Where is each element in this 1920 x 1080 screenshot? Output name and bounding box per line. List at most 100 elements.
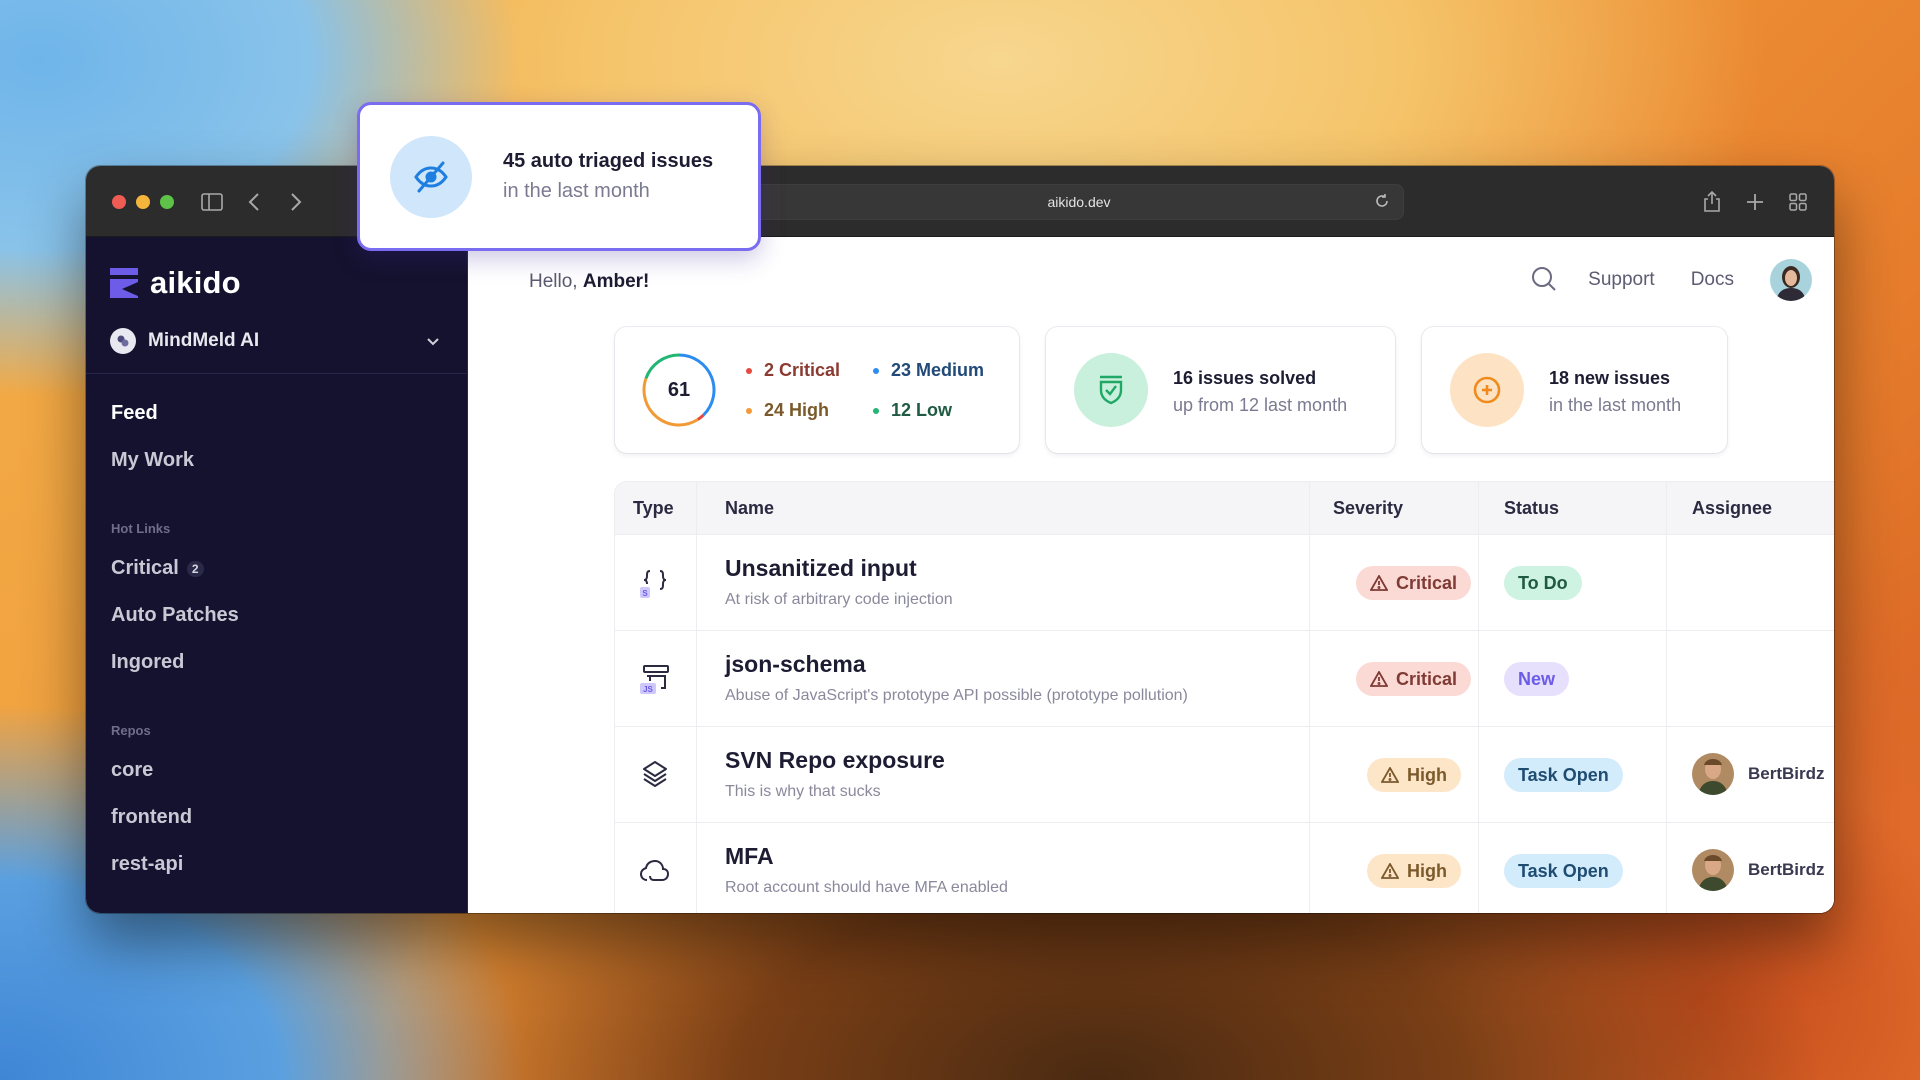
column-divider — [1309, 482, 1310, 913]
new-tab-icon[interactable] — [1741, 188, 1769, 216]
sidebar-item-label: Ingored — [111, 651, 185, 673]
sidebar-item-repo-core[interactable]: core — [111, 759, 153, 782]
total-issues-count: 61 — [667, 378, 691, 401]
issue-description: Abuse of JavaScript's prototype API poss… — [725, 687, 1188, 704]
column-header-type[interactable]: Type — [633, 498, 674, 519]
greeting: Hello, Amber! — [529, 271, 649, 293]
assignee[interactable]: BertBirdz — [1692, 753, 1825, 795]
severity-summary-card[interactable]: 61 2 Critical 24 High 23 Medium 12 Low — [615, 327, 1019, 453]
status-badge[interactable]: Task Open — [1504, 854, 1623, 888]
browser-titlebar: aikido.dev — [86, 166, 1834, 237]
column-header-assignee[interactable]: Assignee — [1692, 498, 1772, 519]
hot-links-heading: Hot Links — [111, 521, 171, 536]
column-header-name[interactable]: Name — [725, 498, 774, 519]
layers-icon — [637, 757, 673, 793]
share-icon[interactable] — [1698, 188, 1726, 216]
auto-triage-popup[interactable]: 45 auto triaged issues in the last month — [357, 102, 761, 251]
medium-label: 23 Medium — [891, 360, 985, 380]
high-label: 24 High — [764, 400, 830, 420]
new-issues-subtitle: in the last month — [1549, 395, 1682, 415]
warning-icon — [1381, 863, 1399, 879]
column-divider — [1478, 482, 1479, 913]
search-icon[interactable] — [1530, 265, 1560, 295]
minimize-window-button[interactable] — [136, 195, 150, 209]
status-badge[interactable]: New — [1504, 662, 1570, 696]
sidebar-item-label: Feed — [111, 402, 158, 424]
reload-icon[interactable] — [1373, 192, 1393, 212]
assignee-avatar — [1692, 753, 1734, 795]
popup-title: 45 auto triaged issues — [503, 150, 714, 172]
table-row[interactable]: JS json-schema Abuse of JavaScript's pro… — [615, 630, 1834, 726]
issue-description: At risk of arbitrary code injection — [725, 591, 953, 608]
forward-icon[interactable] — [282, 188, 310, 216]
critical-label: 2 Critical — [764, 360, 841, 380]
workspace-avatar — [110, 328, 136, 354]
critical-count-badge: 2 — [186, 560, 204, 577]
browser-window: aikido.dev aikido MindMeld AI Feed My Wo… — [86, 166, 1834, 913]
greeting-prefix: Hello, — [529, 271, 583, 292]
table-row[interactable]: MFA Root account should have MFA enabled… — [615, 822, 1834, 913]
sidebar-item-repo-rest-api[interactable]: rest-api — [111, 853, 183, 876]
sidebar-item-ignored[interactable]: Ingored — [111, 651, 184, 674]
user-avatar[interactable] — [1770, 259, 1812, 301]
workspace-name: MindMeld AI — [148, 330, 260, 351]
severity-label: Critical — [1396, 572, 1458, 593]
severity-label: High — [1407, 860, 1447, 881]
issue-description: Root account should have MFA enabled — [725, 879, 1008, 896]
shield-check-icon — [1074, 353, 1148, 427]
sidebar: aikido MindMeld AI Feed My Work Hot Link… — [86, 237, 468, 913]
status-badge[interactable]: To Do — [1504, 566, 1582, 600]
sidebar-item-label: Auto Patches — [111, 604, 239, 626]
table-row[interactable]: S Unsanitized input At risk of arbitrary… — [615, 534, 1834, 630]
eye-off-icon — [390, 136, 472, 218]
sidebar-toggle-icon[interactable] — [198, 188, 226, 216]
svg-text:JS: JS — [643, 685, 653, 694]
support-link[interactable]: Support — [1588, 269, 1655, 291]
chevron-down-icon[interactable] — [423, 331, 443, 351]
severity-badge: High — [1367, 758, 1461, 792]
dependency-icon: JS — [637, 661, 673, 697]
tab-overview-icon[interactable] — [1784, 188, 1812, 216]
sidebar-divider — [86, 373, 467, 374]
maximize-window-button[interactable] — [160, 195, 174, 209]
top-actions: Support Docs — [1530, 259, 1812, 301]
status-badge[interactable]: Task Open — [1504, 758, 1623, 792]
warning-icon — [1381, 767, 1399, 783]
medium-count: 23 Medium — [873, 360, 984, 381]
sidebar-item-label: rest-api — [111, 853, 184, 875]
popup-subtitle: in the last month — [503, 180, 650, 202]
url-text: aikido.dev — [1047, 194, 1111, 210]
sidebar-item-label: My Work — [111, 449, 194, 471]
issues-solved-subtitle: up from 12 last month — [1173, 395, 1348, 415]
column-header-status[interactable]: Status — [1504, 498, 1559, 519]
brand-logo[interactable]: aikido — [110, 265, 241, 301]
sidebar-item-feed[interactable]: Feed — [111, 402, 158, 425]
repos-heading: Repos — [111, 723, 151, 738]
cloud-icon — [637, 853, 673, 889]
assignee[interactable]: BertBirdz — [1692, 849, 1825, 891]
back-icon[interactable] — [240, 188, 268, 216]
low-label: 12 Low — [891, 400, 953, 420]
issue-name: SVN Repo exposure — [725, 747, 945, 773]
column-header-severity[interactable]: Severity — [1333, 498, 1403, 519]
sidebar-item-label: core — [111, 759, 154, 781]
severity-badge: Critical — [1356, 566, 1472, 600]
code-icon: S — [637, 565, 673, 601]
workspace-selector[interactable]: MindMeld AI — [110, 324, 443, 358]
sidebar-item-auto-patches[interactable]: Auto Patches — [111, 604, 239, 627]
new-issues-title: 18 new issues — [1549, 368, 1671, 388]
greeting-name: Amber! — [582, 271, 650, 292]
close-window-button[interactable] — [112, 195, 126, 209]
sidebar-item-my-work[interactable]: My Work — [111, 449, 194, 472]
issues-solved-card[interactable]: 16 issues solved up from 12 last month — [1046, 327, 1395, 453]
sidebar-item-repo-frontend[interactable]: frontend — [111, 806, 192, 829]
new-issues-card[interactable]: 18 new issues in the last month — [1422, 327, 1727, 453]
low-count: 12 Low — [873, 400, 952, 421]
severity-badge: Critical — [1356, 662, 1472, 696]
sidebar-item-critical[interactable]: Critical 2 — [111, 557, 204, 580]
main-content: Hello, Amber! Support Docs 61 2 Critical… — [468, 237, 1834, 913]
docs-link[interactable]: Docs — [1691, 269, 1734, 291]
table-row[interactable]: SVN Repo exposure This is why that sucks… — [615, 726, 1834, 822]
address-bar[interactable]: aikido.dev — [754, 184, 1404, 220]
high-dot — [746, 407, 752, 414]
